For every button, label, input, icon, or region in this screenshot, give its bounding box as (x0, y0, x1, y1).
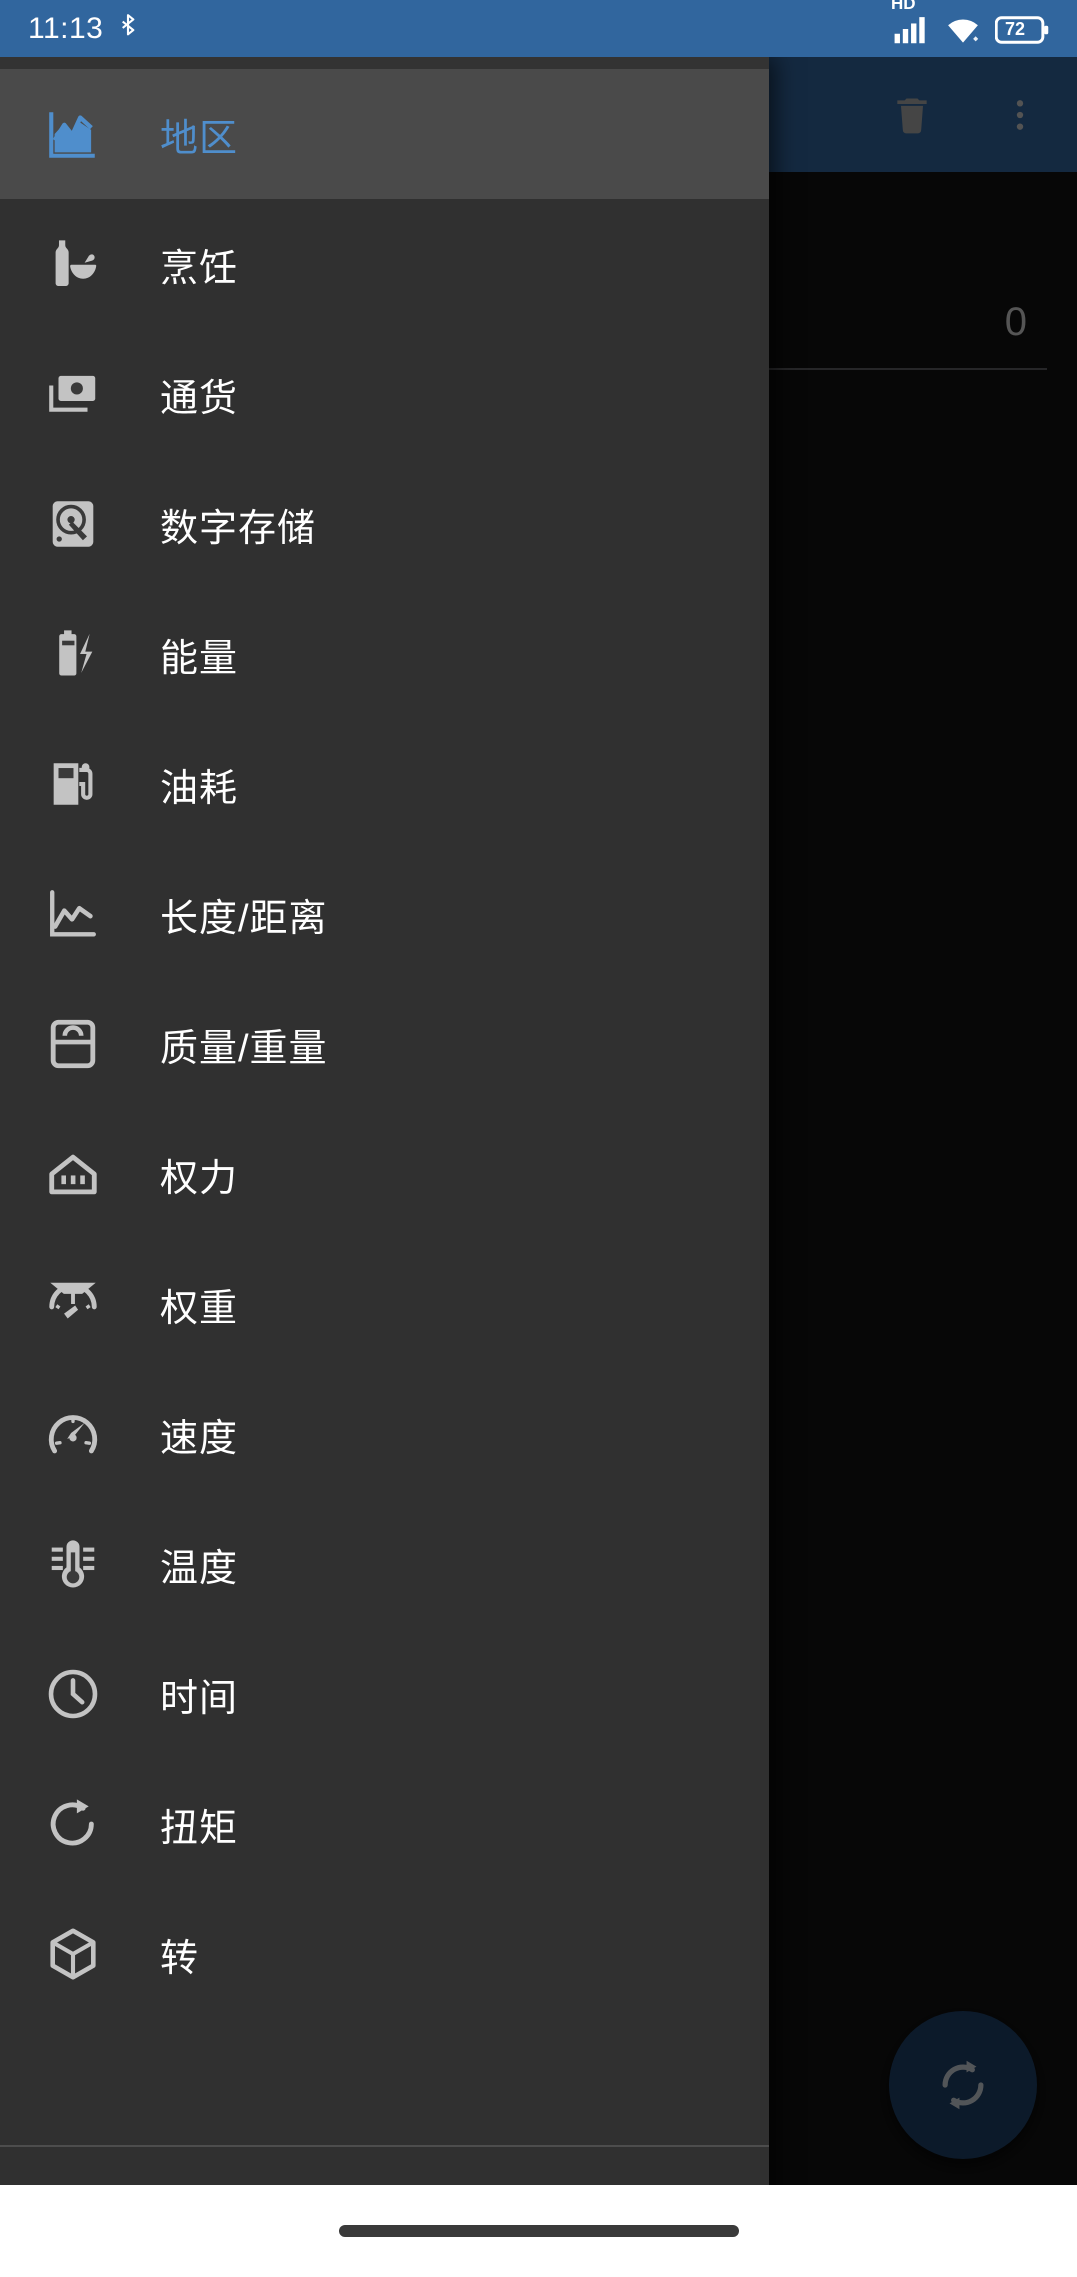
sidebar-item-torque[interactable]: 扭矩 (0, 1759, 769, 1889)
bluetooth-icon (122, 13, 135, 35)
battery-bolt-icon (40, 621, 106, 687)
battery-icon: 72 (995, 15, 1049, 45)
sidebar-item-currency[interactable]: 通货 (0, 329, 769, 459)
drawer-top-rule (0, 57, 769, 69)
currency-icon (40, 361, 106, 427)
sidebar-item-digital-storage[interactable]: 数字存储 (0, 459, 769, 589)
wifi-icon (948, 19, 979, 43)
sidebar-item-label: 通货 (160, 377, 239, 420)
sidebar-item-label: 质量/重量 (160, 1027, 328, 1070)
sidebar-item-label: 温度 (160, 1547, 239, 1590)
sidebar-item-length-distance[interactable]: 长度/距离 (0, 849, 769, 979)
sidebar-item-volume[interactable]: 转 (0, 1889, 769, 2019)
line-chart-icon (40, 881, 106, 947)
drawer-item-list[interactable]: 地区 烹饪 通货 数字存储 能量 油耗 长度/距离 质量/重量 权力 权重 速度… (0, 69, 769, 2145)
sidebar-item-power[interactable]: 权力 (0, 1109, 769, 1239)
phone-screen: 0 里 米 里 尺 寸 (0, 0, 1077, 2277)
sidebar-item-label: 权力 (160, 1157, 239, 1200)
hard-disk-icon (40, 491, 106, 557)
sidebar-item-temperature[interactable]: 温度 (0, 1499, 769, 1629)
power-outlet-icon (40, 1141, 106, 1207)
sidebar-item-label: 扭矩 (160, 1807, 239, 1850)
speedometer-icon (40, 1401, 106, 1467)
sidebar-item-area[interactable]: 地区 (0, 69, 769, 199)
hd-label: HD (891, 0, 916, 13)
sidebar-item-fuel-consumption[interactable]: 油耗 (0, 719, 769, 849)
status-bar: 11:13 HD 72 (0, 0, 1077, 57)
navigation-drawer: 地区 烹饪 通货 数字存储 能量 油耗 长度/距离 质量/重量 权力 权重 速度… (0, 57, 769, 2277)
scale-icon (40, 1011, 106, 1077)
pressure-gauge-icon (40, 1271, 106, 1337)
status-clock: 11:13 (28, 11, 104, 45)
sidebar-item-label: 速度 (160, 1417, 239, 1460)
rotate-icon (40, 1791, 106, 1857)
cooking-icon (40, 231, 106, 297)
sidebar-item-time[interactable]: 时间 (0, 1629, 769, 1759)
sidebar-item-label: 能量 (160, 637, 239, 680)
area-chart-icon (40, 101, 106, 167)
sidebar-item-label: 转 (160, 1937, 200, 1980)
sidebar-item-label: 烹饪 (160, 247, 239, 290)
sidebar-item-cooking[interactable]: 烹饪 (0, 199, 769, 329)
system-navigation-bar (0, 2185, 1077, 2277)
sidebar-item-mass-weight[interactable]: 质量/重量 (0, 979, 769, 1109)
cube-icon (40, 1921, 106, 1987)
sidebar-item-energy[interactable]: 能量 (0, 589, 769, 719)
home-gesture-pill[interactable] (338, 2225, 739, 2237)
cellular-signal-icon: HD (891, 0, 931, 45)
clock-icon (40, 1661, 106, 1727)
sidebar-item-speed[interactable]: 速度 (0, 1369, 769, 1499)
sidebar-item-label: 权重 (160, 1287, 239, 1330)
sidebar-item-pressure[interactable]: 权重 (0, 1239, 769, 1369)
fuel-pump-icon (40, 751, 106, 817)
sidebar-item-label: 时间 (160, 1677, 239, 1720)
sidebar-item-label: 长度/距离 (160, 897, 328, 940)
sidebar-item-label: 地区 (160, 117, 239, 160)
thermometer-icon (40, 1531, 106, 1597)
battery-percent-label: 72 (1005, 18, 1026, 39)
sidebar-item-label: 数字存储 (160, 507, 317, 550)
sidebar-item-label: 油耗 (160, 767, 239, 810)
